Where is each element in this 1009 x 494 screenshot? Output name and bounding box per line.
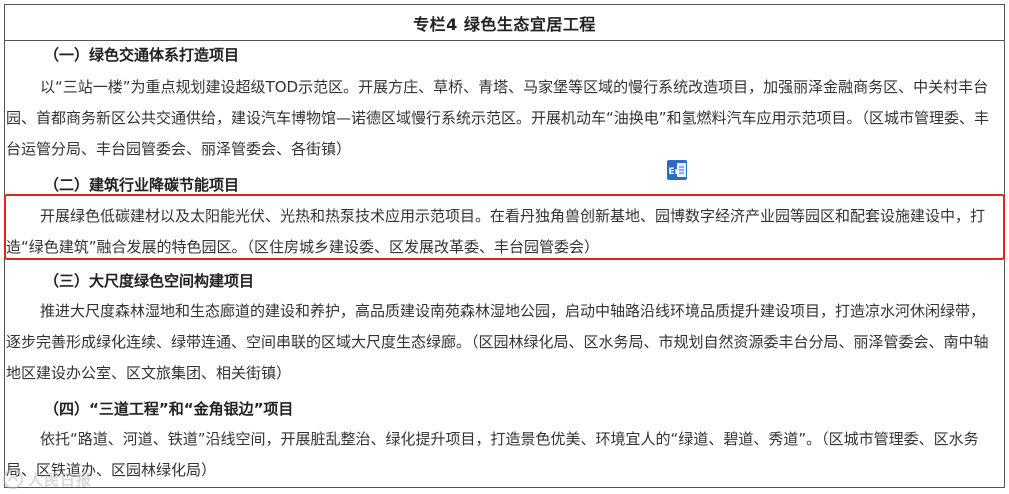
section-heading-4: （四）“三道工程”和“金角银边”项目: [44, 400, 294, 418]
watermark-text: 人民日报: [28, 471, 93, 489]
svg-text:En: En: [669, 167, 682, 177]
section-body-4: 依托“路道、河道、铁道”沿线空间，开展脏乱整治、绿化提升项目，打造景色优美、环境…: [6, 430, 979, 479]
section-body-1: 以“三站一楼”为重点规划建设超级TOD示范区。开展方庄、草桥、青塔、马家堡等区域…: [6, 78, 990, 158]
word-translate-icon[interactable]: En: [666, 159, 688, 181]
section-body-2: 开展绿色低碳建材以及太阳能光伏、光热和热泵技术应用示范项目。在看丹独角兽创新基地…: [6, 207, 986, 256]
watermark: 人民日报: [2, 466, 92, 492]
section-heading-2: （二）建筑行业降碳节能项目: [44, 176, 240, 194]
section-body-3: 推进大尺度森林湿地和生态廊道的建设和养护，高品质建设南苑森林湿地公园，启动中轴路…: [6, 302, 989, 382]
section-heading-3: （三）大尺度绿色空间构建项目: [44, 272, 255, 290]
box-title: 专栏4 绿色生态宜居工程: [413, 14, 596, 34]
title-row: 专栏4 绿色生态宜居工程: [5, 5, 1004, 41]
watermark-logo-icon: [3, 469, 23, 489]
section-heading-1: （一）绿色交通体系打造项目: [44, 46, 240, 64]
